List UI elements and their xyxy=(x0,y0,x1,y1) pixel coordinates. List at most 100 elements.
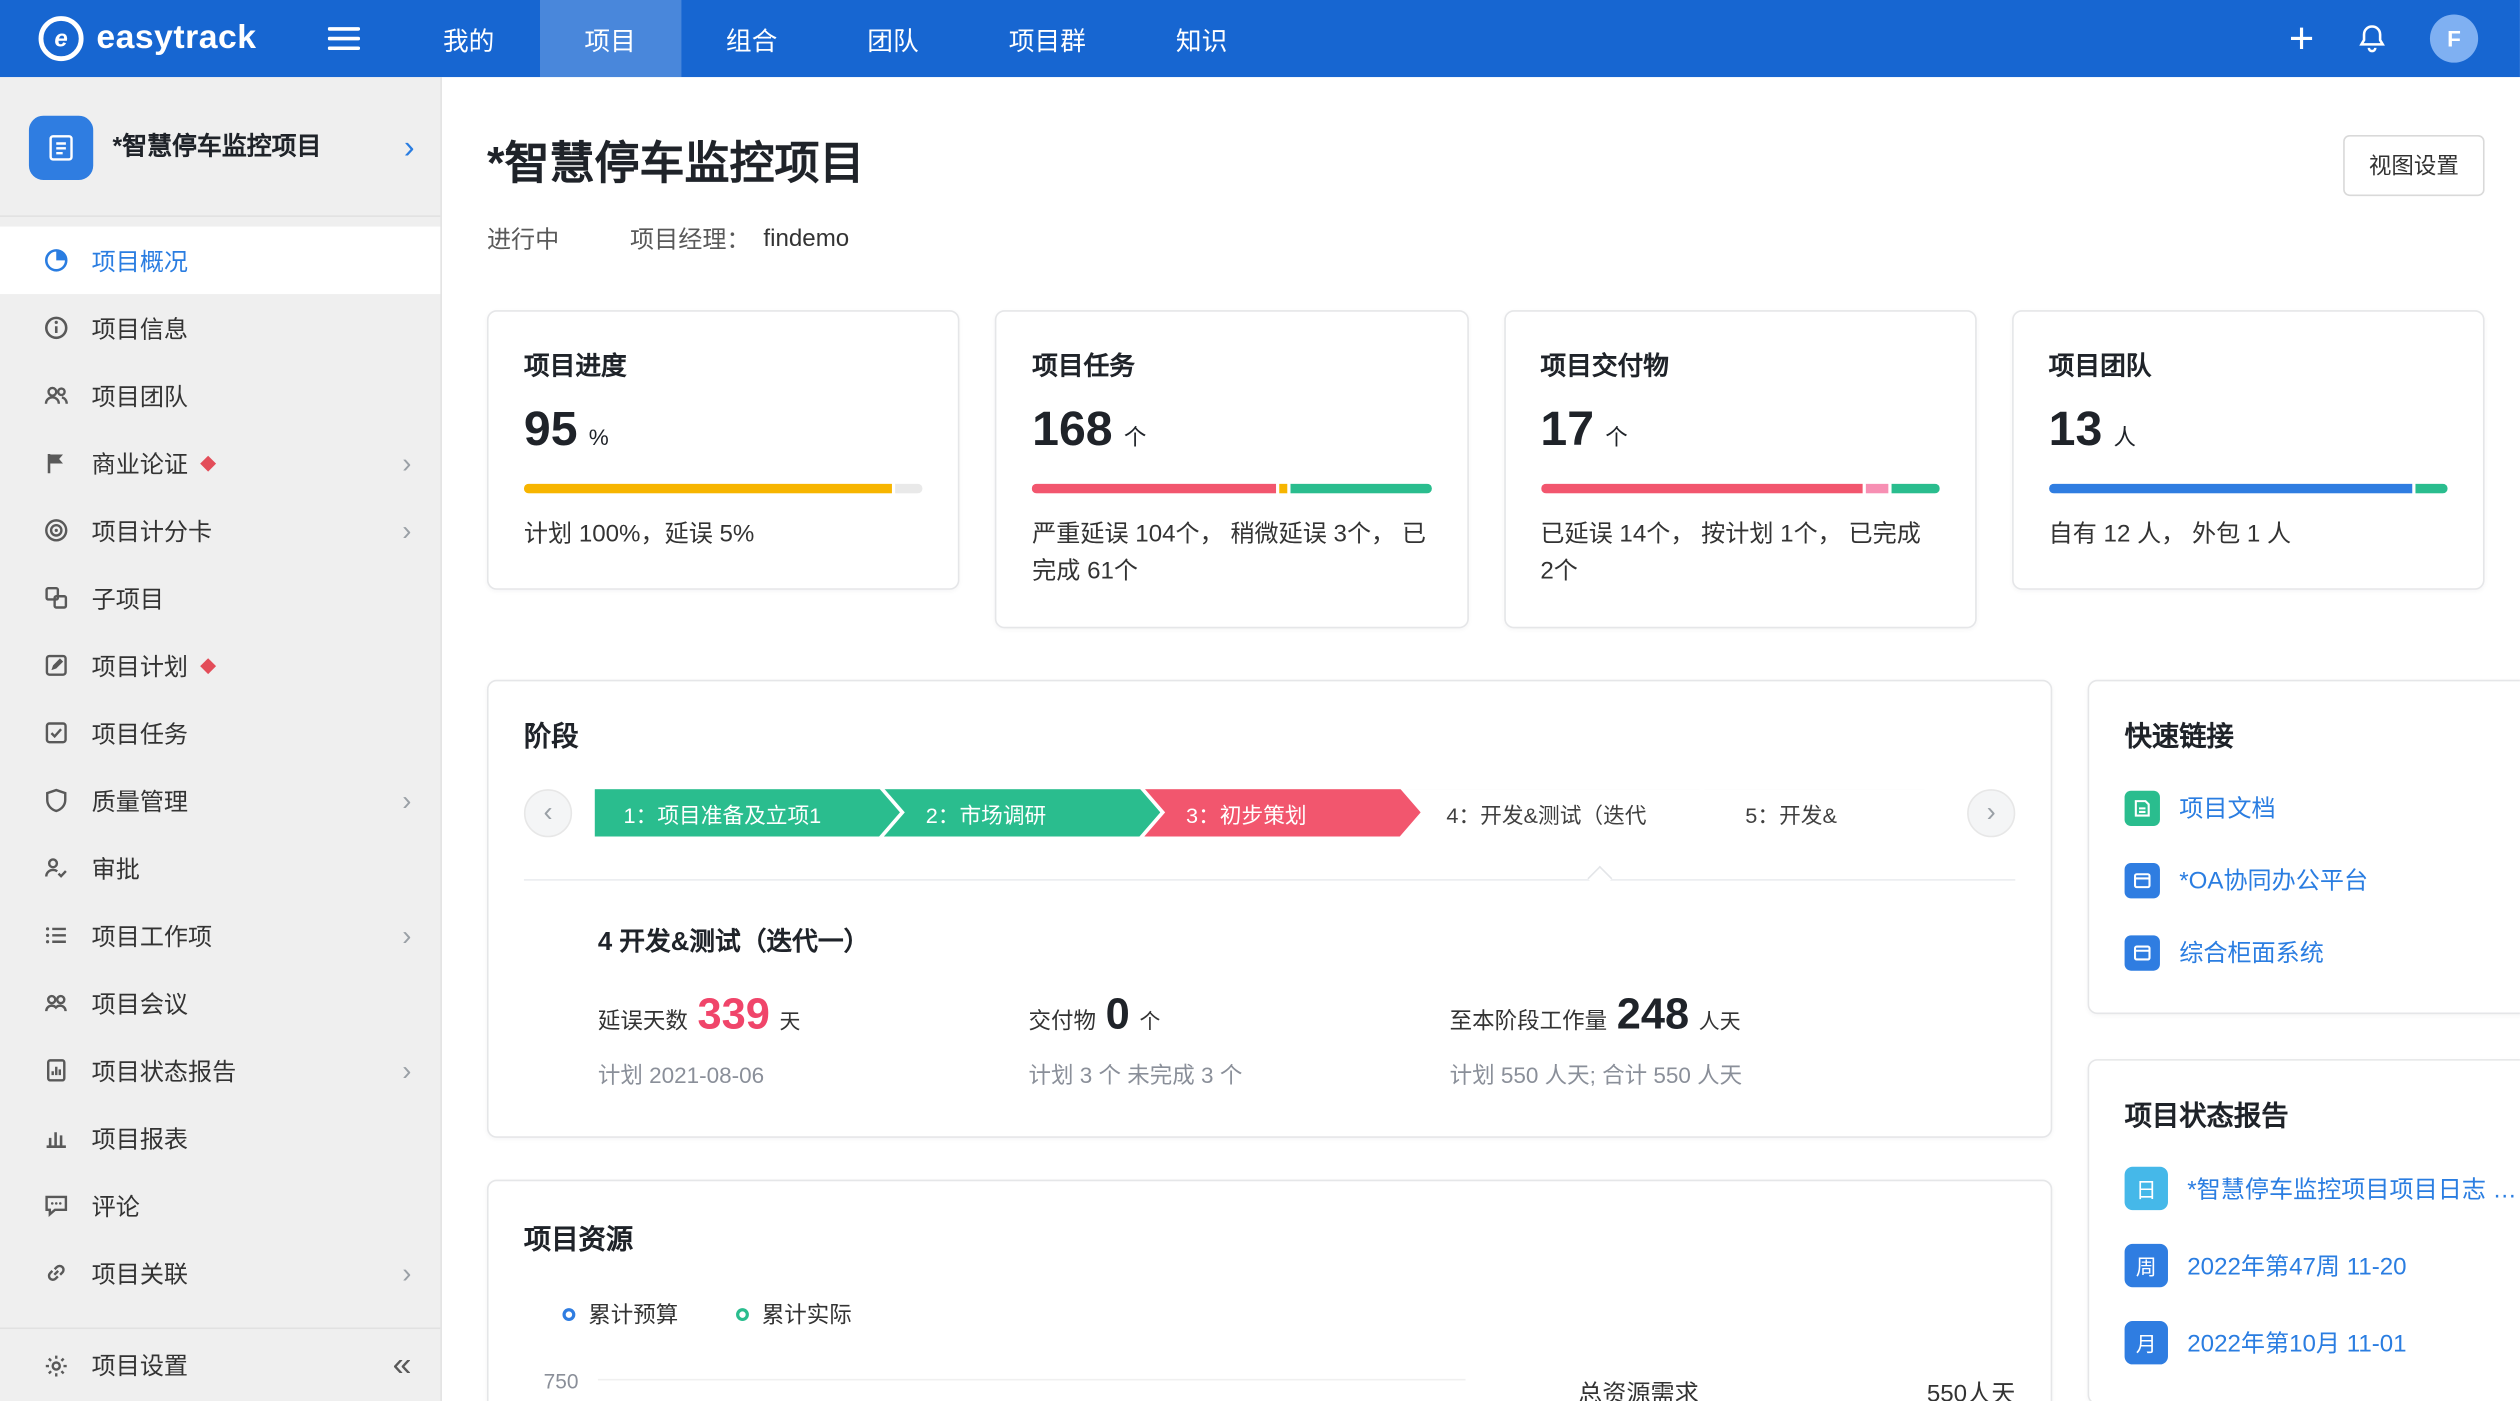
resource-line-chart: 750 500 xyxy=(524,1356,1578,1401)
left-column: 阶段 ‹ 1：项目准备及立项1 2：市场调研 3：初步策划 4：开发&测试（迭代… xyxy=(487,679,2052,1401)
status-report-label: 2022年第10月 11-01 xyxy=(2187,1325,2406,1359)
project-header[interactable]: *智慧停车监控项目 › xyxy=(0,77,440,217)
page-meta: 进行中 项目经理： findemo xyxy=(487,222,2485,256)
nav-item-team[interactable]: 团队 xyxy=(822,0,963,77)
stat-card-team[interactable]: 项目团队 13 人 自有 12 人， 外包 1 人 xyxy=(2012,310,2485,590)
sidebar-item-team[interactable]: 项目团队 xyxy=(0,362,440,429)
sidebar-item-plan[interactable]: 项目计划 xyxy=(0,632,440,699)
progress-bar xyxy=(2049,484,2448,494)
manager-name[interactable]: findemo xyxy=(763,225,849,252)
stat-card-tasks[interactable]: 项目任务 168 个 严重延误 104个， 稍微延误 3个， 已完成 61个 xyxy=(995,310,1468,627)
stages-title: 阶段 xyxy=(524,713,2015,753)
sidebar-item-overview[interactable]: 项目概况 xyxy=(0,227,440,294)
sidebar-item-info[interactable]: 项目信息 xyxy=(0,294,440,361)
bar-chart-icon xyxy=(42,1123,71,1152)
document-icon xyxy=(2125,862,2160,897)
stat-card-deliverables[interactable]: 项目交付物 17 个 已延误 14个， 按计划 1个， 已完成 2个 xyxy=(1503,310,1976,627)
sidebar-item-quality[interactable]: 质量管理 › xyxy=(0,767,440,834)
metric-unit: 个 xyxy=(1139,1004,1160,1035)
sidebar-item-subprojects[interactable]: 子项目 xyxy=(0,564,440,631)
add-button[interactable]: + xyxy=(2289,17,2314,60)
resource-demand-panel: 总资源需求 550人天 xyxy=(1578,1356,2015,1401)
bar-segment xyxy=(2049,484,2413,494)
metric-sub: 计划 3 个 未完成 3 个 xyxy=(1029,1058,1450,1090)
bar-segment xyxy=(1290,484,1431,494)
users-icon xyxy=(42,381,71,410)
stat-title: 项目团队 xyxy=(2049,344,2448,383)
metric-unit: 人天 xyxy=(1699,1004,1741,1035)
stage-3[interactable]: 3：初步策划 xyxy=(1144,788,1420,836)
stages-prev-button[interactable]: ‹ xyxy=(524,788,572,836)
nav-item-projects[interactable]: 项目 xyxy=(539,0,680,77)
task-check-icon xyxy=(42,718,71,747)
metric-label: 延误天数 xyxy=(598,1004,688,1036)
brand-logo[interactable]: e easytrack xyxy=(0,16,257,61)
status-text: 进行中 xyxy=(487,222,559,256)
stage-1[interactable]: 1：项目准备及立项1 xyxy=(595,788,900,836)
bar-segment xyxy=(1892,484,1939,494)
pie-chart-icon xyxy=(42,246,71,275)
menu-toggle-button[interactable] xyxy=(327,26,359,52)
app-root: e easytrack 我的 项目 组合 团队 项目群 知识 + F xyxy=(0,0,2520,1401)
legend-item-budget[interactable]: 累计预算 xyxy=(562,1298,678,1330)
stat-number: 13 人 xyxy=(2049,403,2448,458)
chevron-right-icon[interactable]: › xyxy=(404,132,415,164)
status-report-weekly[interactable]: 周 2022年第47周 11-20 xyxy=(2125,1243,2520,1286)
collapse-sidebar-button[interactable]: « xyxy=(393,1348,412,1382)
sidebar-item-settings[interactable]: 项目设置 « xyxy=(0,1327,440,1401)
bar-segment xyxy=(1540,484,1862,494)
y-axis-tick: 750 xyxy=(524,1368,579,1392)
stages-next-button[interactable]: › xyxy=(1967,788,2015,836)
avatar[interactable]: F xyxy=(2430,14,2478,62)
demand-label: 总资源需求 xyxy=(1578,1375,1699,1401)
stat-title: 项目交付物 xyxy=(1540,344,1939,383)
stage-metrics: 延误天数 339 天 计划 2021-08-06 交付物 0 xyxy=(598,989,2015,1090)
sidebar-item-label: 质量管理 xyxy=(92,783,188,817)
quick-link-docs[interactable]: 项目文档 xyxy=(2125,790,2520,825)
legend-item-actual[interactable]: 累计实际 xyxy=(736,1298,852,1330)
metric-value: 0 xyxy=(1106,989,1130,1039)
sidebar-item-business-case[interactable]: 商业论证 › xyxy=(0,429,440,496)
legend-label: 累计预算 xyxy=(588,1298,678,1330)
sidebar-item-comments[interactable]: 评论 xyxy=(0,1172,440,1239)
sidebar-item-status-reports[interactable]: 项目状态报告 › xyxy=(0,1037,440,1104)
page-title: *智慧停车监控项目 xyxy=(487,129,865,193)
nav-item-my[interactable]: 我的 xyxy=(398,0,539,77)
sidebar-item-approval[interactable]: 审批 xyxy=(0,834,440,901)
stage-4[interactable]: 4：开发&测试（迭代 xyxy=(1405,788,1720,836)
sidebar-item-label: 项目任务 xyxy=(92,716,188,750)
stage-detail-heading: 4 开发&测试（迭代一） xyxy=(598,918,2015,957)
metric-value: 339 xyxy=(697,989,769,1039)
quick-links-card: 快速链接 项目文档 *OA协同办公平台 xyxy=(2088,679,2520,1013)
sidebar-item-relations[interactable]: 项目关联 › xyxy=(0,1239,440,1306)
sidebar-item-workitems[interactable]: 项目工作项 › xyxy=(0,902,440,969)
stage-2[interactable]: 2：市场调研 xyxy=(884,788,1160,836)
legend-dot-icon xyxy=(736,1307,749,1320)
approve-person-icon xyxy=(42,853,71,882)
sidebar-item-scorecard[interactable]: 项目计分卡 › xyxy=(0,497,440,564)
nav-item-knowledge[interactable]: 知识 xyxy=(1131,0,1272,77)
sidebar-item-reports[interactable]: 项目报表 xyxy=(0,1104,440,1171)
red-diamond-marker xyxy=(200,657,216,673)
quick-link-label: *OA协同办公平台 xyxy=(2179,863,2368,897)
project-icon xyxy=(29,116,93,180)
stage-5[interactable]: 5：开发& xyxy=(1704,788,1945,836)
resources-title: 项目资源 xyxy=(524,1216,2015,1256)
status-report-monthly[interactable]: 月 2022年第10月 11-01 xyxy=(2125,1320,2520,1363)
quick-link-counter-system[interactable]: 综合柜面系统 xyxy=(2125,935,2520,970)
layout: *智慧停车监控项目 › 项目概况 项目信息 项目团队 xyxy=(0,77,2520,1401)
chevron-right-icon: › xyxy=(402,1259,411,1286)
stat-card-progress[interactable]: 项目进度 95 % 计划 100%，延误 5% xyxy=(487,310,960,590)
sidebar-item-tasks[interactable]: 项目任务 xyxy=(0,699,440,766)
nav-item-portfolio[interactable]: 组合 xyxy=(681,0,822,77)
sidebar-item-meetings[interactable]: 项目会议 xyxy=(0,969,440,1036)
status-report-daily[interactable]: 日 *智慧停车监控项目项目日志 … xyxy=(2125,1166,2520,1209)
chevron-right-icon: › xyxy=(402,1057,411,1084)
bar-segment xyxy=(2416,484,2448,494)
stat-description: 已延误 14个， 按计划 1个， 已完成 2个 xyxy=(1540,516,1939,591)
notifications-button[interactable] xyxy=(2356,22,2388,54)
subproject-icon xyxy=(42,583,71,612)
nav-item-program[interactable]: 项目群 xyxy=(964,0,1131,77)
view-settings-button[interactable]: 视图设置 xyxy=(2343,135,2484,196)
quick-link-oa[interactable]: *OA协同办公平台 xyxy=(2125,862,2520,897)
